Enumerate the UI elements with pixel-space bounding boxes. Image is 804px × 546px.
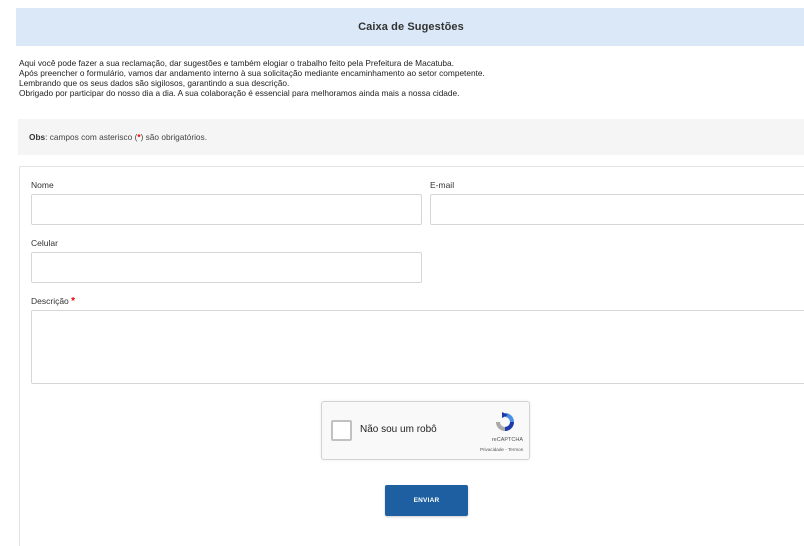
page-title: Caixa de Sugestões	[358, 21, 464, 33]
enviar-button[interactable]: ENVIAR	[385, 485, 468, 516]
obs-label: Obs	[29, 132, 46, 142]
recaptcha-logo-icon	[496, 412, 514, 431]
descricao-textarea[interactable]	[31, 310, 804, 384]
descricao-label-text: Descrição	[31, 296, 69, 306]
recaptcha-brand: reCAPTCHA	[491, 437, 523, 443]
descricao-required-asterisk: *	[71, 296, 76, 307]
obs-text-before: : campos com asterisco (	[45, 132, 138, 142]
recaptcha-links[interactable]: Privacidade - Termos	[480, 447, 523, 452]
obs-notice-text: Obs: campos com asterisco (*) são obriga…	[18, 132, 207, 142]
intro-text: Aqui você pode fazer a sua reclamação, d…	[19, 58, 799, 99]
recaptcha-checkbox[interactable]	[331, 420, 352, 441]
obs-notice: Obs: campos com asterisco (*) são obriga…	[18, 119, 804, 155]
recaptcha-label: Não sou um robô	[360, 424, 437, 435]
recaptcha-widget: Não sou um robô reCAPTCHA Privacidade - …	[321, 401, 530, 460]
descricao-label: Descrição *	[31, 296, 75, 307]
page-header: Caixa de Sugestões	[16, 8, 804, 46]
email-label: E-mail	[430, 180, 455, 190]
email-input[interactable]	[430, 194, 804, 225]
obs-text-after: ) são obrigatórios.	[140, 132, 208, 142]
intro-line: Obrigado por participar do nosso dia a d…	[19, 87, 460, 98]
celular-input[interactable]	[31, 252, 422, 283]
celular-label: Celular	[31, 238, 58, 248]
nome-input[interactable]	[31, 194, 422, 225]
nome-label: Nome	[31, 180, 54, 190]
